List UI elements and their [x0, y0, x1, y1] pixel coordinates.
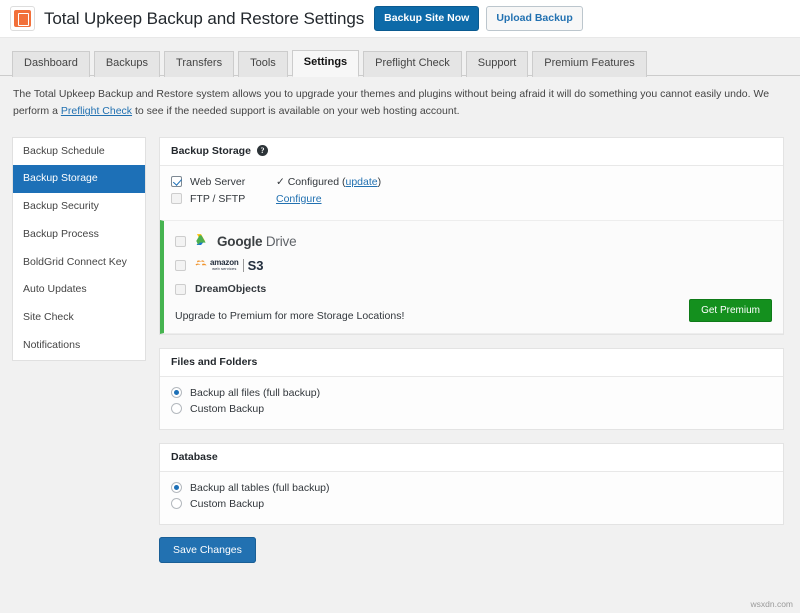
- files-custom-backup-radio[interactable]: [171, 403, 182, 414]
- intro-paragraph: The Total Upkeep Backup and Restore syst…: [0, 76, 790, 127]
- database-option-full-backup[interactable]: Backup all tables (full backup): [171, 482, 772, 494]
- amazon-s3-checkbox[interactable]: [175, 260, 186, 271]
- google-drive-icon: [195, 234, 212, 249]
- files-option-full-backup[interactable]: Backup all files (full backup): [171, 387, 772, 399]
- settings-body: Backup Schedule Backup Storage Backup Se…: [0, 127, 800, 538]
- google-drive-label-sub: Drive: [266, 234, 297, 249]
- sidebar-item-boldgrid-connect-key[interactable]: BoldGrid Connect Key: [13, 249, 145, 277]
- google-drive-label-main: Google: [217, 234, 262, 249]
- page-header: Total Upkeep Backup and Restore Settings…: [0, 0, 800, 38]
- storage-row-ftp-sftp: FTP / SFTP Configure: [171, 193, 772, 205]
- web-server-label: Web Server: [190, 176, 276, 188]
- settings-sidebar: Backup Schedule Backup Storage Backup Se…: [12, 137, 146, 361]
- tab-preflight-check[interactable]: Preflight Check: [363, 51, 462, 77]
- backup-storage-basic-options: Web Server ✓ Configured (update) FTP / S…: [160, 166, 783, 220]
- database-custom-backup-radio[interactable]: [171, 498, 182, 509]
- tab-list: Dashboard Backups Transfers Tools Settin…: [12, 52, 800, 76]
- sidebar-item-backup-storage[interactable]: Backup Storage: [13, 165, 145, 193]
- files-and-folders-panel: Files and Folders Backup all files (full…: [159, 348, 784, 430]
- files-custom-backup-label: Custom Backup: [190, 403, 264, 415]
- storage-row-amazon-s3: amazon web services S3: [175, 255, 772, 276]
- sidebar-item-backup-process[interactable]: Backup Process: [13, 221, 145, 249]
- upgrade-premium-text: Upgrade to Premium for more Storage Loca…: [175, 310, 772, 322]
- tab-premium-features[interactable]: Premium Features: [532, 51, 646, 77]
- database-panel: Database Backup all tables (full backup)…: [159, 443, 784, 525]
- database-title: Database: [171, 451, 218, 463]
- page-title: Total Upkeep Backup and Restore Settings: [44, 9, 364, 29]
- ftp-sftp-configure-link[interactable]: Configure: [276, 193, 322, 205]
- google-drive-label: Google Drive: [217, 234, 296, 249]
- sidebar-item-backup-schedule[interactable]: Backup Schedule: [13, 138, 145, 166]
- ftp-sftp-checkbox[interactable]: [171, 193, 182, 204]
- backup-storage-panel: Backup Storage ? Web Server ✓ Configured…: [159, 137, 784, 335]
- help-icon[interactable]: ?: [257, 145, 268, 156]
- google-drive-checkbox[interactable]: [175, 236, 186, 247]
- backup-storage-title: Backup Storage: [171, 145, 251, 157]
- files-and-folders-title: Files and Folders: [171, 356, 257, 368]
- files-full-backup-radio[interactable]: [171, 387, 182, 398]
- database-option-custom-backup[interactable]: Custom Backup: [171, 498, 772, 510]
- upload-backup-button[interactable]: Upload Backup: [486, 6, 582, 31]
- tab-settings[interactable]: Settings: [292, 50, 359, 77]
- ftp-sftp-status: Configure: [276, 193, 322, 205]
- web-server-checkbox[interactable]: [171, 176, 182, 187]
- premium-storage-block: Google Drive amazon web services: [160, 220, 783, 334]
- files-full-backup-label: Backup all files (full backup): [190, 387, 320, 399]
- sidebar-item-notifications[interactable]: Notifications: [13, 332, 145, 360]
- database-panel-header: Database: [160, 444, 783, 472]
- web-server-status-text: ✓ Configured (: [276, 176, 346, 188]
- database-options: Backup all tables (full backup) Custom B…: [160, 472, 783, 524]
- tab-bar: Dashboard Backups Transfers Tools Settin…: [0, 38, 800, 76]
- sidebar-item-backup-security[interactable]: Backup Security: [13, 193, 145, 221]
- tab-dashboard[interactable]: Dashboard: [12, 51, 90, 77]
- sidebar-item-site-check[interactable]: Site Check: [13, 304, 145, 332]
- web-server-update-link[interactable]: update: [346, 176, 378, 188]
- save-changes-button[interactable]: Save Changes: [159, 537, 256, 563]
- dreamobjects-label: DreamObjects: [195, 283, 266, 295]
- database-full-backup-radio[interactable]: [171, 482, 182, 493]
- database-full-backup-label: Backup all tables (full backup): [190, 482, 330, 494]
- web-server-status: ✓ Configured (update): [276, 176, 381, 188]
- ftp-sftp-label: FTP / SFTP: [190, 193, 276, 205]
- web-server-status-suffix: ): [378, 176, 382, 188]
- intro-text-after: to see if the needed support is availabl…: [132, 105, 459, 117]
- total-upkeep-plugin-icon: [10, 6, 35, 31]
- files-option-custom-backup[interactable]: Custom Backup: [171, 403, 772, 415]
- backup-site-now-button[interactable]: Backup Site Now: [374, 6, 479, 31]
- tab-transfers[interactable]: Transfers: [164, 51, 234, 77]
- tab-tools[interactable]: Tools: [238, 51, 288, 77]
- tab-backups[interactable]: Backups: [94, 51, 160, 77]
- storage-row-dreamobjects: DreamObjects: [175, 279, 772, 300]
- storage-row-web-server: Web Server ✓ Configured (update): [171, 176, 772, 188]
- s3-badge: S3: [243, 259, 264, 272]
- preflight-check-link[interactable]: Preflight Check: [61, 105, 132, 117]
- files-and-folders-options: Backup all files (full backup) Custom Ba…: [160, 377, 783, 429]
- settings-main: Backup Storage ? Web Server ✓ Configured…: [159, 137, 784, 538]
- backup-storage-panel-header: Backup Storage ?: [160, 138, 783, 166]
- tab-support[interactable]: Support: [466, 51, 529, 77]
- save-bar: Save Changes: [0, 538, 800, 558]
- storage-row-google-drive: Google Drive: [175, 231, 772, 252]
- files-and-folders-panel-header: Files and Folders: [160, 349, 783, 377]
- watermark: wsxdn.com: [750, 599, 793, 609]
- dreamobjects-checkbox[interactable]: [175, 284, 186, 295]
- database-custom-backup-label: Custom Backup: [190, 498, 264, 510]
- get-premium-button[interactable]: Get Premium: [689, 299, 772, 322]
- amazon-s3-icon: amazon web services S3: [195, 259, 264, 272]
- aws-sublabel: web services: [212, 267, 236, 271]
- sidebar-item-auto-updates[interactable]: Auto Updates: [13, 276, 145, 304]
